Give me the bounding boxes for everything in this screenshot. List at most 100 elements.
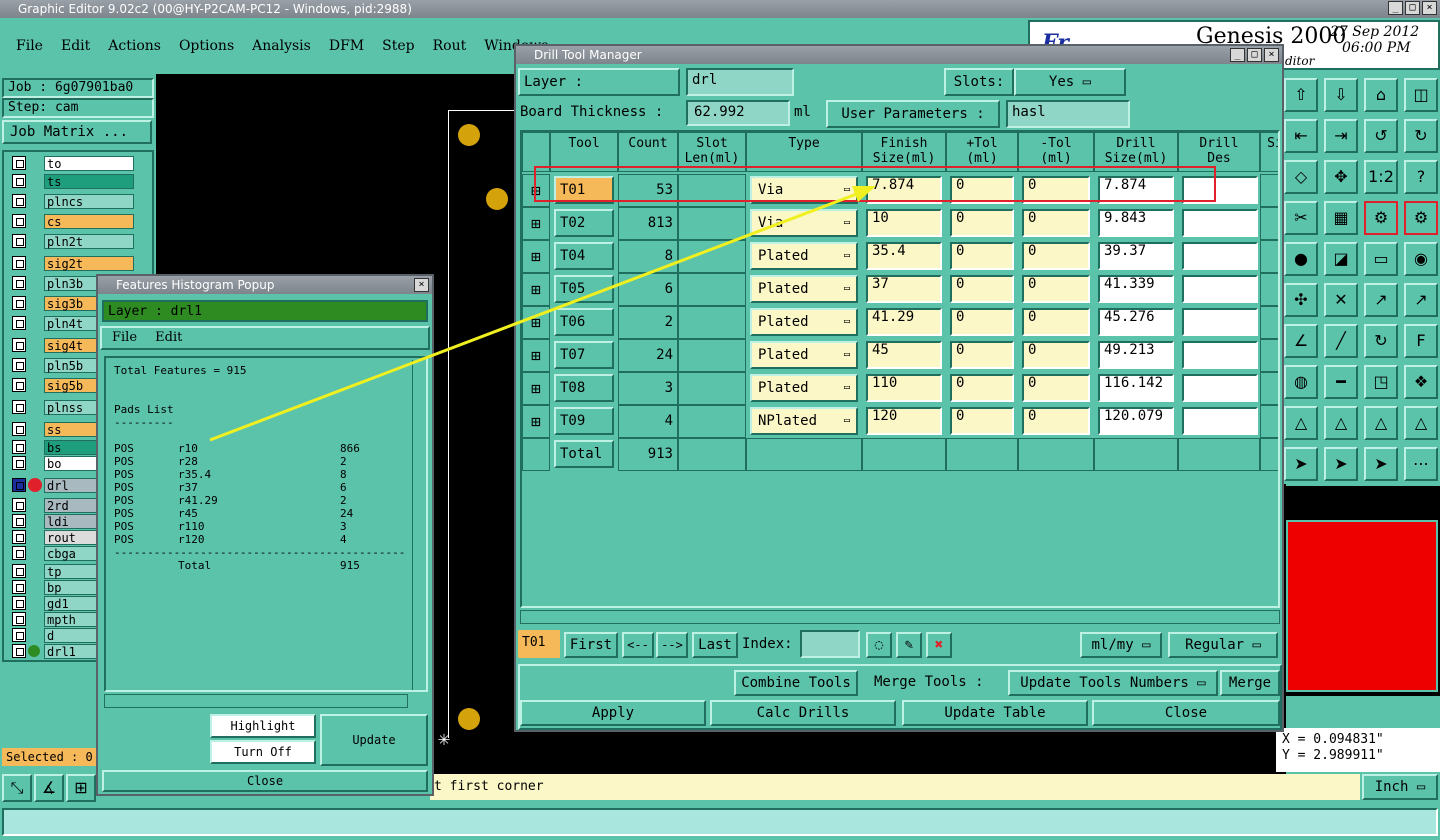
layer-checkbox[interactable] (12, 378, 26, 392)
tool-icon[interactable]: ↺ (1364, 119, 1398, 153)
thickness-value[interactable]: 62.992 (686, 100, 790, 126)
histogram-close-button[interactable]: × (414, 278, 429, 292)
tool-type-select[interactable]: Plated ▭ (750, 242, 858, 270)
layer-checkbox[interactable] (12, 644, 26, 658)
grid-icon[interactable]: ⊞ (66, 774, 96, 802)
dtm-close-button[interactable]: × (1264, 48, 1279, 62)
slots-select[interactable]: Yes ▭ (1014, 68, 1126, 96)
tool-type-select[interactable]: Via ▭ (750, 209, 858, 237)
tool-icon[interactable]: ✥ (1324, 160, 1358, 194)
tool-name-button[interactable]: T07 (554, 341, 614, 369)
calc-drills-button[interactable]: Calc Drills (710, 700, 896, 726)
layer-checkbox[interactable] (12, 422, 26, 436)
minimize-button[interactable]: _ (1388, 1, 1403, 15)
layer-checkbox[interactable] (12, 214, 26, 228)
menu-file[interactable]: File (16, 38, 43, 54)
tool-name-button[interactable]: T09 (554, 407, 614, 435)
tool-icon[interactable]: ∠ (1284, 324, 1318, 358)
job-matrix-button[interactable]: Job Matrix ... (2, 120, 152, 144)
close-button[interactable]: × (1422, 1, 1437, 15)
layer-checkbox[interactable] (12, 564, 26, 578)
tool-icon[interactable]: ⇧ (1284, 78, 1318, 112)
drill-des-input[interactable] (1182, 209, 1258, 237)
histogram-vscroll[interactable] (412, 360, 426, 690)
layer-name[interactable]: pln2t (44, 234, 134, 249)
tool-finish-input[interactable]: 41.29 (866, 308, 942, 336)
drill-des-input[interactable] (1182, 407, 1258, 435)
tool-type-select[interactable]: Plated ▭ (750, 308, 858, 336)
tool-icon[interactable]: △ (1404, 406, 1438, 440)
layer-checkbox[interactable] (12, 338, 26, 352)
tool-icon[interactable]: ⇥ (1324, 119, 1358, 153)
layer-checkbox[interactable] (12, 400, 26, 414)
tool-name-button[interactable]: T06 (554, 308, 614, 336)
tool-icon[interactable]: ⚙ (1364, 201, 1398, 235)
menu-step[interactable]: Step (382, 38, 414, 54)
layer-checkbox[interactable] (12, 276, 26, 290)
tool-ptol-input[interactable]: 0 (950, 341, 1014, 369)
layer-checkbox[interactable] (12, 358, 26, 372)
user-params-button[interactable]: User Parameters : (826, 100, 1000, 128)
dtm-minimize-button[interactable]: _ (1230, 48, 1245, 62)
prev-button[interactable]: <-- (622, 632, 654, 658)
turn-off-button[interactable]: Turn Off (210, 740, 316, 764)
menu-actions[interactable]: Actions (108, 38, 161, 54)
layer-checkbox[interactable] (12, 316, 26, 330)
drill-des-input[interactable] (1182, 275, 1258, 303)
layer-checkbox[interactable] (12, 498, 26, 512)
tool-icon[interactable]: ━ (1324, 365, 1358, 399)
layer-checkbox[interactable] (12, 234, 26, 248)
tool-icon[interactable]: ⚙ (1404, 201, 1438, 235)
histogram-close-btn[interactable]: Close (102, 770, 428, 792)
tool-ntol-input[interactable]: 0 (1022, 308, 1090, 336)
measure-icon[interactable]: ∡ (34, 774, 64, 802)
units-select[interactable]: Inch ▭ (1362, 774, 1438, 800)
tool-icon[interactable]: ⇩ (1324, 78, 1358, 112)
tool-ntol-input[interactable]: 0 (1022, 242, 1090, 270)
tool-icon[interactable]: ↗ (1404, 283, 1438, 317)
tool-icon[interactable]: ➤ (1284, 447, 1318, 481)
user-params-value[interactable]: hasl (1006, 100, 1130, 128)
tool-ptol-input[interactable]: 0 (950, 242, 1014, 270)
drill-des-input[interactable] (1182, 242, 1258, 270)
histogram-update-button[interactable]: Update (320, 714, 428, 766)
menu-rout[interactable]: Rout (433, 38, 467, 54)
tool-icon[interactable]: ✂ (1284, 201, 1318, 235)
menu-dfm[interactable]: DFM (329, 38, 364, 54)
layer-checkbox[interactable] (12, 530, 26, 544)
drill-size-input[interactable]: 45.276 (1098, 308, 1174, 336)
combine-tools-button[interactable]: Combine Tools (734, 670, 858, 696)
tool-name-button[interactable]: T04 (554, 242, 614, 270)
tool-finish-input[interactable]: 110 (866, 374, 942, 402)
tool-icon[interactable]: ◫ (1404, 78, 1438, 112)
histogram-hscroll[interactable] (104, 694, 408, 708)
layer-checkbox[interactable] (12, 580, 26, 594)
layer-checkbox[interactable] (12, 546, 26, 560)
tool-finish-input[interactable]: 45 (866, 341, 942, 369)
layer-name[interactable]: to (44, 156, 134, 171)
tool-icon[interactable]: F (1404, 324, 1438, 358)
maximize-button[interactable]: □ (1405, 1, 1420, 15)
tool-icon[interactable]: ↗ (1364, 283, 1398, 317)
menu-edit[interactable]: Edit (61, 38, 90, 54)
index-input[interactable] (800, 630, 860, 658)
tool-icon[interactable]: ➤ (1324, 447, 1358, 481)
layer-checkbox[interactable] (12, 194, 26, 208)
command-line[interactable] (2, 808, 1438, 836)
menu-options[interactable]: Options (179, 38, 234, 54)
tool-name-button[interactable]: T08 (554, 374, 614, 402)
drill-des-input[interactable] (1182, 341, 1258, 369)
histogram-menu-file[interactable]: File (112, 330, 137, 345)
tool-ntol-input[interactable]: 0 (1022, 275, 1090, 303)
tool-ntol-input[interactable]: 0 (1022, 209, 1090, 237)
layer-checkbox[interactable] (12, 456, 26, 470)
edit-icon[interactable]: ✎ (896, 632, 922, 658)
drill-size-input[interactable]: 9.843 (1098, 209, 1174, 237)
layer-value[interactable]: drl (686, 68, 794, 96)
tool-ntol-input[interactable]: 0 (1022, 374, 1090, 402)
layer-name[interactable]: sig2t (44, 256, 134, 271)
tool-icon[interactable]: △ (1364, 406, 1398, 440)
tool-name-button[interactable]: T02 (554, 209, 614, 237)
expand-toggle[interactable]: ⊞ (522, 372, 550, 405)
tool-icon[interactable]: ◍ (1284, 365, 1318, 399)
